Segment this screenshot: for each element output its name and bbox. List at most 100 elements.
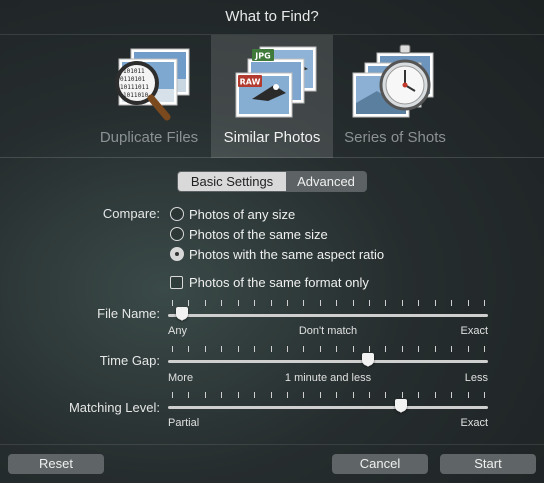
slider-tick [221, 300, 223, 306]
slider-tick [451, 392, 453, 398]
slider-tick [188, 300, 190, 306]
slider-tick [451, 346, 453, 352]
slider-tick [204, 392, 206, 398]
radio-button[interactable] [170, 207, 184, 221]
time-gap-right-caption: Less [464, 372, 488, 384]
slider-tick [336, 300, 338, 306]
slider-ticks [172, 346, 485, 354]
option-label: Photos of any size [189, 206, 296, 222]
slider-tick [270, 346, 272, 352]
slider-tick [336, 392, 338, 398]
slider-tick [484, 346, 485, 352]
slider-tick [270, 300, 272, 306]
file-name-left-caption: Any [168, 325, 187, 337]
mode-series-of-shots[interactable]: Series of Shots [334, 35, 456, 158]
slider-ticks [172, 392, 485, 400]
mode-duplicate-files[interactable]: 101011 0110101 10111011 1011010 Duplicat… [88, 35, 210, 158]
slider-tick [385, 392, 387, 398]
option-label: Photos with the same aspect ratio [189, 246, 385, 262]
slider-tick [254, 346, 256, 352]
compare-option-same-size[interactable]: Photos of the same size [170, 225, 328, 243]
slider-tick [451, 300, 453, 306]
slider-tick [484, 392, 485, 398]
file-name-label: File Name: [97, 306, 160, 321]
slider-knob[interactable] [176, 307, 189, 321]
slider-tick [237, 300, 239, 306]
stopwatch-photo-icon [352, 44, 434, 118]
slider-tick [172, 300, 173, 306]
slider-tick [352, 300, 354, 306]
slider-tick [221, 392, 223, 398]
raw-badge: RAW [240, 78, 261, 87]
compare-option-aspect-ratio[interactable]: Photos with the same aspect ratio [170, 245, 384, 263]
matching-level-left-caption: Partial [168, 417, 200, 429]
slider-tick [204, 300, 206, 306]
slider-tick [418, 300, 420, 306]
mode-similar-photos[interactable]: JPG RAW Similar Photos [211, 35, 333, 158]
mode-label: Series of Shots [344, 129, 446, 146]
binary-row: 101011 [123, 68, 145, 75]
slider-tick [237, 392, 239, 398]
jpg-badge: JPG [254, 52, 270, 61]
time-gap-label: Time Gap: [99, 353, 160, 368]
slider-tick [303, 300, 305, 306]
slider-tick [188, 346, 190, 352]
slider-tick [221, 346, 223, 352]
slider-ticks [172, 300, 485, 308]
time-gap-left-caption: More [168, 372, 194, 384]
slider-tick [286, 300, 288, 306]
slider-tick [319, 346, 321, 352]
slider-tick [254, 392, 256, 398]
matching-level-slider[interactable] [168, 392, 488, 413]
slider-tick [237, 346, 239, 352]
checkbox-label: Photos of the same format only [189, 274, 369, 290]
mode-label: Similar Photos [223, 129, 321, 146]
slider-tick [467, 300, 469, 306]
file-name-middle-caption: Don't match [298, 325, 358, 337]
time-gap-middle-caption: 1 minute and less [284, 372, 372, 384]
slider-tick [467, 346, 469, 352]
slider-tick [385, 346, 387, 352]
slider-tick [369, 346, 371, 352]
same-format-checkbox[interactable] [170, 275, 183, 289]
tab-advanced[interactable]: Advanced [286, 172, 366, 191]
file-name-slider[interactable] [168, 300, 488, 321]
file-name-right-caption: Exact [460, 325, 488, 337]
slider-tick [352, 346, 354, 352]
slider-tick [434, 392, 436, 398]
window-title: What to Find? [225, 8, 319, 25]
slider-tick [336, 346, 338, 352]
slider-knob[interactable] [394, 399, 407, 413]
slider-tick [188, 392, 190, 398]
time-gap-slider[interactable] [168, 346, 488, 367]
slider-tick [401, 300, 403, 306]
binary-row: 0110101 [120, 76, 146, 83]
slider-tick [434, 300, 436, 306]
option-label: Photos of the same size [189, 226, 328, 242]
binary-row: 1011010 [123, 92, 149, 99]
compare-option-any-size[interactable]: Photos of any size [170, 205, 295, 223]
slider-tick [172, 346, 173, 352]
slider-tick [319, 392, 321, 398]
same-format-checkbox-row[interactable]: Photos of the same format only [170, 273, 369, 291]
slider-knob[interactable] [361, 353, 374, 367]
slider-tick [418, 346, 420, 352]
photo-stack-icon: JPG RAW [235, 46, 317, 118]
compare-label: Compare: [102, 206, 160, 221]
radio-button[interactable] [170, 227, 184, 241]
reset-button[interactable]: Reset [8, 454, 104, 474]
slider-tick [270, 392, 272, 398]
slider-tick [286, 346, 288, 352]
mode-label: Duplicate Files [99, 129, 199, 146]
slider-tick [418, 392, 420, 398]
matching-level-label: Matching Level: [68, 400, 160, 415]
magnifier-binary-icon: 101011 0110101 10111011 1011010 [115, 48, 190, 121]
start-button[interactable]: Start [440, 454, 536, 474]
radio-button[interactable] [170, 247, 184, 261]
slider-track [168, 406, 488, 409]
cancel-button[interactable]: Cancel [332, 454, 428, 474]
slider-tick [254, 300, 256, 306]
tab-basic-settings[interactable]: Basic Settings [178, 172, 286, 191]
slider-tick [401, 346, 403, 352]
slider-tick [303, 346, 305, 352]
